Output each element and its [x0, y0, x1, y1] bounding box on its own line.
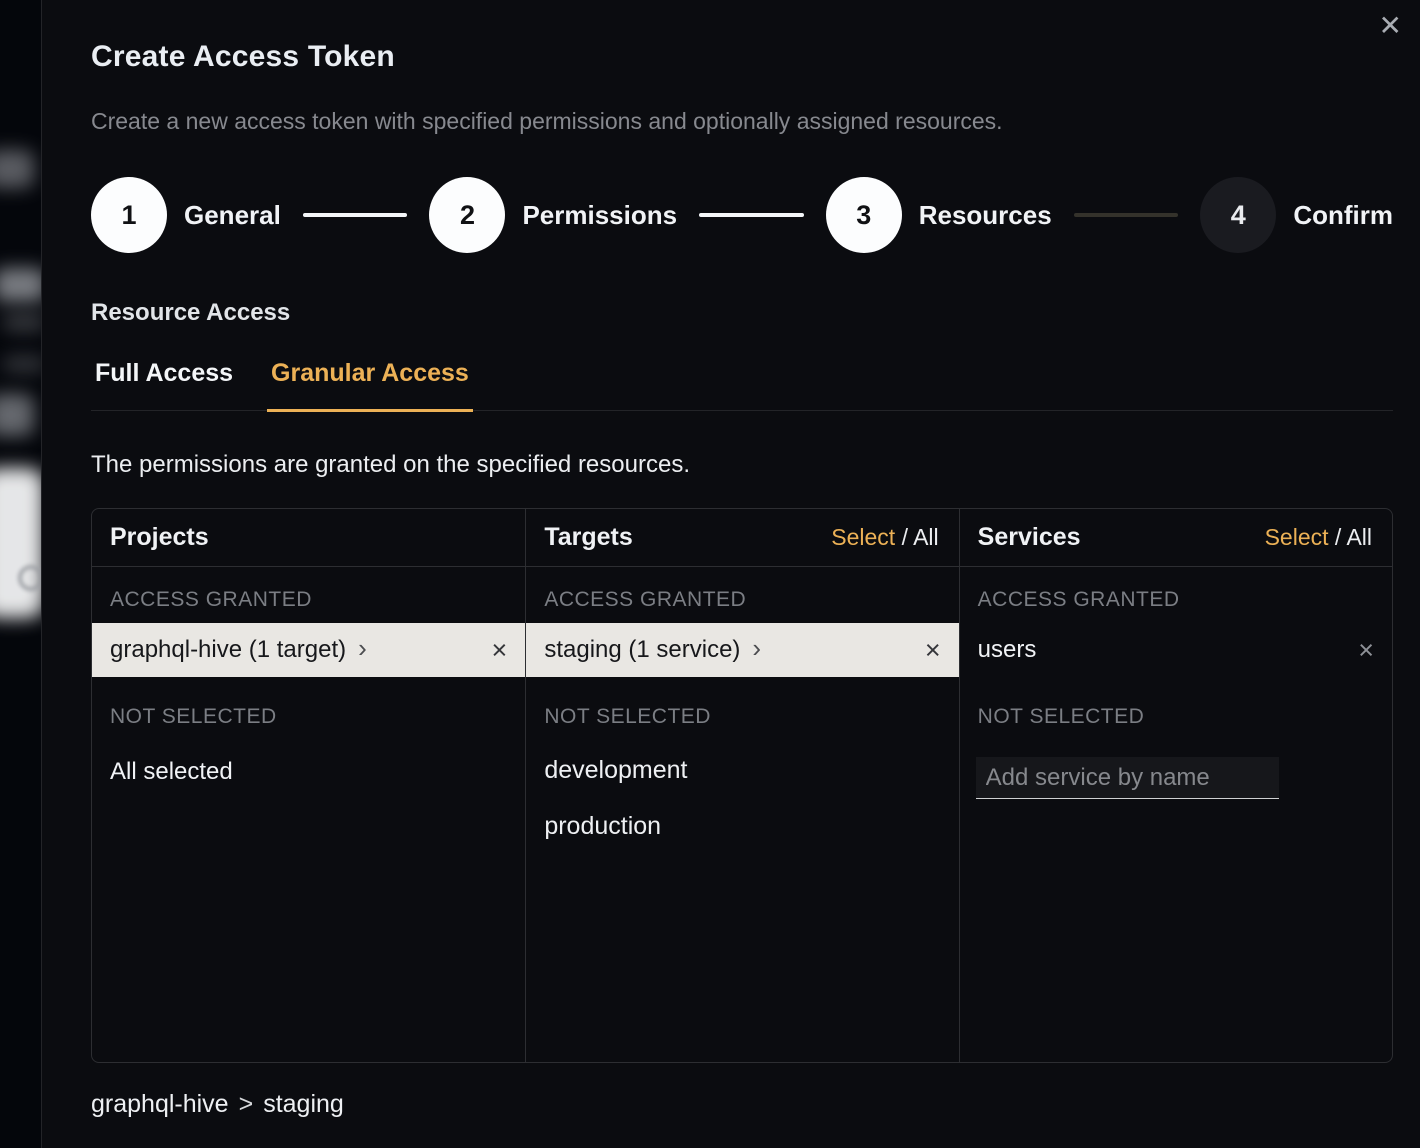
- select-all-separator: /: [1329, 524, 1347, 550]
- targets-column-title: Targets: [544, 523, 632, 552]
- resource-picker-table: Projects ACCESS GRANTED graphql-hive (1 …: [91, 508, 1393, 1063]
- step-number: 4: [1200, 177, 1276, 253]
- services-column-header: Services Select / All: [960, 509, 1392, 567]
- close-icon[interactable]: ✕: [1379, 12, 1402, 40]
- stepper: 1 General 2 Permissions 3 Resources 4 Co…: [91, 177, 1393, 253]
- background-blur-blob: [2, 355, 41, 373]
- services-column: Services Select / All ACCESS GRANTED use…: [959, 509, 1392, 1062]
- projects-column-header: Projects: [92, 509, 525, 567]
- chevron-right-icon: ›: [358, 635, 367, 661]
- access-granted-label: ACCESS GRANTED: [92, 567, 525, 623]
- chevron-right-icon: ›: [752, 635, 761, 661]
- granted-target-row[interactable]: staging (1 service) › ×: [526, 623, 958, 677]
- select-all-separator: /: [895, 524, 913, 550]
- step-number: 2: [429, 177, 505, 253]
- not-selected-label: NOT SELECTED: [526, 677, 958, 740]
- step-label: Confirm: [1293, 200, 1393, 231]
- breadcrumb: graphql-hive > staging: [91, 1090, 1392, 1119]
- target-option-production[interactable]: production: [526, 798, 958, 854]
- services-select-all: Select / All: [1265, 524, 1372, 551]
- step-resources[interactable]: 3 Resources: [826, 177, 1052, 253]
- breadcrumb-target: staging: [263, 1090, 344, 1118]
- background-blur-blob: [0, 150, 34, 188]
- projects-column-title: Projects: [110, 523, 209, 552]
- add-service-input[interactable]: [976, 757, 1279, 799]
- targets-column: Targets Select / All ACCESS GRANTED stag…: [525, 509, 958, 1062]
- projects-column: Projects ACCESS GRANTED graphql-hive (1 …: [92, 509, 525, 1062]
- access-granted-label: ACCESS GRANTED: [526, 567, 958, 623]
- tab-full-access[interactable]: Full Access: [91, 359, 237, 412]
- not-selected-label: NOT SELECTED: [92, 677, 525, 740]
- access-granted-label: ACCESS GRANTED: [960, 567, 1392, 623]
- step-label: Resources: [919, 200, 1052, 231]
- remove-target-icon[interactable]: ×: [925, 637, 941, 664]
- step-confirm[interactable]: 4 Confirm: [1200, 177, 1393, 253]
- background-blur-blob: [2, 312, 41, 332]
- remove-project-icon[interactable]: ×: [492, 637, 508, 664]
- granted-service-label: users: [978, 636, 1037, 664]
- tab-granular-access[interactable]: Granular Access: [267, 359, 473, 412]
- background-blur-ring: [18, 565, 41, 591]
- services-all-link[interactable]: All: [1346, 524, 1372, 550]
- background-page-strip: [0, 0, 41, 1148]
- access-mode-tabs: Full Access Granular Access: [91, 359, 1393, 411]
- services-column-title: Services: [978, 523, 1081, 552]
- resource-access-heading: Resource Access: [91, 299, 1392, 327]
- step-general[interactable]: 1 General: [91, 177, 281, 253]
- step-connector: [303, 213, 408, 217]
- granted-project-label: graphql-hive (1 target): [110, 636, 346, 664]
- step-label: General: [184, 200, 281, 231]
- step-permissions[interactable]: 2 Permissions: [429, 177, 677, 253]
- all-selected-note: All selected: [92, 740, 525, 786]
- remove-service-icon[interactable]: ×: [1358, 637, 1374, 664]
- breadcrumb-separator: >: [239, 1090, 254, 1118]
- granted-target-label: staging (1 service): [544, 636, 740, 664]
- background-blur-card: [0, 468, 41, 618]
- granted-project-row[interactable]: graphql-hive (1 target) › ×: [92, 623, 525, 677]
- target-options-list: development production: [526, 742, 958, 854]
- granted-service-row[interactable]: users ×: [960, 623, 1392, 677]
- step-label: Permissions: [522, 200, 677, 231]
- services-select-link[interactable]: Select: [1265, 524, 1329, 550]
- background-blur-blob: [0, 394, 34, 436]
- breadcrumb-project: graphql-hive: [91, 1090, 229, 1118]
- create-access-token-dialog: ✕ Create Access Token Create a new acces…: [41, 0, 1420, 1148]
- step-number: 3: [826, 177, 902, 253]
- targets-all-link[interactable]: All: [913, 524, 939, 550]
- targets-select-link[interactable]: Select: [831, 524, 895, 550]
- dialog-title: Create Access Token: [91, 40, 1392, 74]
- permissions-description: The permissions are granted on the speci…: [91, 451, 1392, 479]
- not-selected-label: NOT SELECTED: [960, 677, 1392, 740]
- targets-select-all: Select / All: [831, 524, 938, 551]
- dialog-subtitle: Create a new access token with specified…: [91, 108, 1392, 135]
- background-blur-blob: [0, 268, 41, 302]
- step-connector: [1074, 213, 1179, 217]
- step-connector: [699, 213, 804, 217]
- targets-column-header: Targets Select / All: [526, 509, 958, 567]
- target-option-development[interactable]: development: [526, 742, 958, 798]
- step-number: 1: [91, 177, 167, 253]
